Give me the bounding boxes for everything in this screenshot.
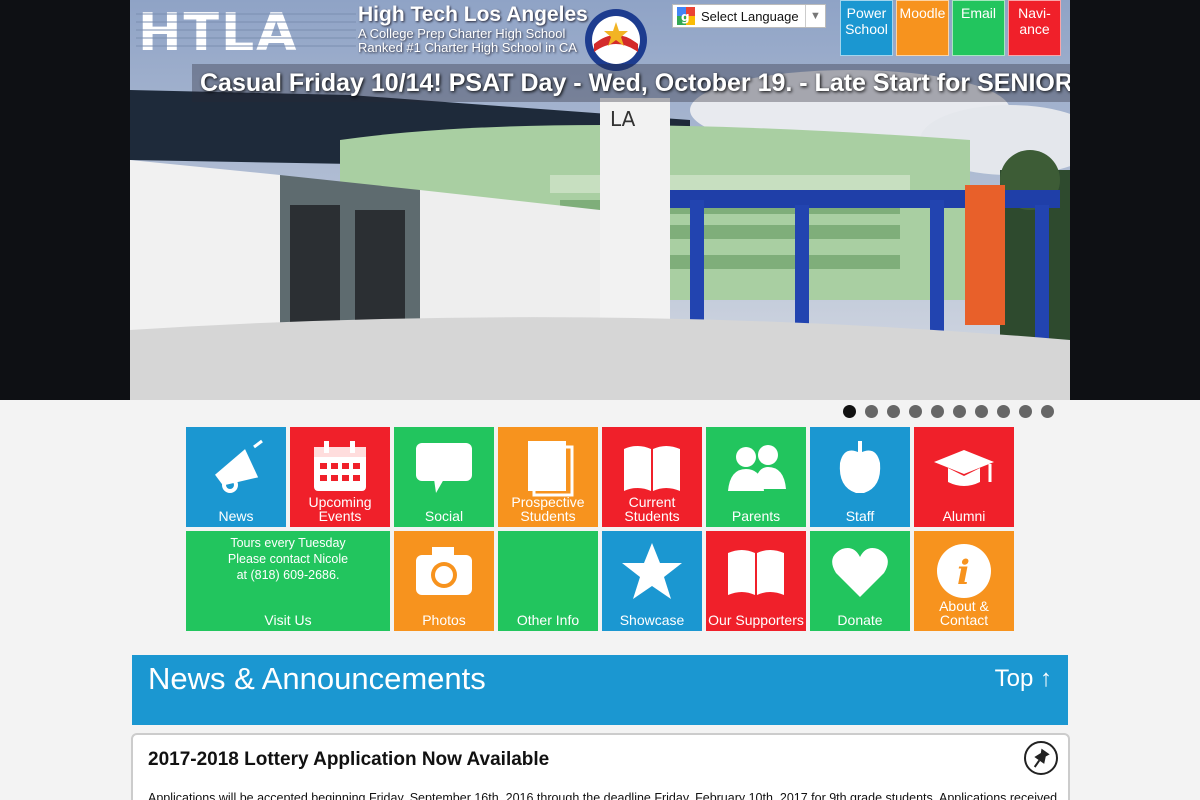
tile-label: Photos <box>422 612 466 628</box>
tile-label: News <box>218 508 254 524</box>
language-label: Select Language <box>701 8 799 24</box>
tile-social[interactable]: Social <box>394 427 494 527</box>
tile-label: Prospective Students <box>511 494 585 524</box>
ranking: Ranked #1 Charter High School in CA <box>358 40 577 55</box>
slider-dot[interactable] <box>953 405 966 418</box>
tile-label: Social <box>424 508 464 524</box>
visit-note: Tours every Tuesday Please contact Nicole… <box>186 535 390 583</box>
tile-label: Other Info <box>516 612 580 628</box>
top-link-moodle[interactable]: Moodle <box>896 0 949 56</box>
hero-headline[interactable]: Casual Friday 10/14! PSAT Day - Wed, Oct… <box>192 64 1070 102</box>
slider-dot[interactable] <box>931 405 944 418</box>
page: LA HTLA High Tech Los Angeles A Colleg <box>0 0 1200 800</box>
slider-dot[interactable] <box>997 405 1010 418</box>
left-backdrop <box>0 0 130 400</box>
visit-note-line: Please contact Nicole <box>227 552 349 566</box>
calendar-icon <box>290 435 390 499</box>
camera-icon <box>394 539 494 603</box>
hero-slider[interactable]: LA HTLA High Tech Los Angeles A Colleg <box>130 0 1070 400</box>
tile-parents[interactable]: Parents <box>706 427 806 527</box>
tile-label: About & Contact <box>939 598 989 628</box>
tile-our-supporters[interactable]: Our Supporters <box>706 531 806 631</box>
book-icon <box>498 435 598 499</box>
tagline: A College Prep Charter High School <box>358 26 566 41</box>
slider-dot[interactable] <box>865 405 878 418</box>
htla-logo[interactable]: HTLA <box>136 4 356 56</box>
language-selector[interactable]: g Select Language ▼ <box>672 4 826 28</box>
top-link-power-school[interactable]: Power School <box>840 0 893 56</box>
tile-news[interactable]: News <box>186 427 286 527</box>
news-header: News & Announcements Top ↑ <box>132 655 1068 725</box>
svg-text:i: i <box>957 553 970 593</box>
announcement-text: Applications will be accepted beginning … <box>148 791 1058 800</box>
slider-dot[interactable] <box>909 405 922 418</box>
tile-label: Donate <box>837 612 883 628</box>
tile-prospective-students[interactable]: Prospective Students <box>498 427 598 527</box>
slider-dot[interactable] <box>843 405 856 418</box>
slider-dot[interactable] <box>975 405 988 418</box>
school-tagline: A College Prep Charter High School Ranke… <box>358 27 577 55</box>
slider-dot[interactable] <box>1019 405 1032 418</box>
tile-label: Staff <box>845 508 875 524</box>
tile-label: Parents <box>731 508 781 524</box>
info-icon: i <box>914 539 1014 603</box>
tile-showcase[interactable]: Showcase <box>602 531 702 631</box>
svg-text:g: g <box>681 10 690 24</box>
tile-grid: News Upcoming Events Social Prospective Stu… <box>186 427 1016 633</box>
slider-dot[interactable] <box>887 405 900 418</box>
tile-photos[interactable]: Photos <box>394 531 494 631</box>
slider-dot[interactable] <box>1041 405 1054 418</box>
tile-upcoming-events[interactable]: Upcoming Events <box>290 427 390 527</box>
chevron-down-icon[interactable]: ▼ <box>805 5 825 27</box>
speech-bubble-icon <box>394 435 494 499</box>
distinguished-school-seal-icon <box>585 9 647 71</box>
tile-label: Our Supporters <box>708 612 804 628</box>
announcement-title[interactable]: 2017-2018 Lottery Application Now Availa… <box>148 749 549 771</box>
top-link-naviance[interactable]: Navi-ance <box>1008 0 1061 56</box>
tile-label: Current Students <box>624 494 680 524</box>
pin-icon <box>1024 741 1058 775</box>
tile-current-students[interactable]: Current Students <box>602 427 702 527</box>
apple-icon <box>810 435 910 499</box>
google-icon: g <box>677 7 695 25</box>
news-title: News & Announcements <box>148 661 486 696</box>
top-link-email[interactable]: Email <box>952 0 1005 56</box>
building-sign: LA <box>610 107 636 131</box>
right-backdrop <box>1070 0 1200 400</box>
tile-label: Showcase <box>619 612 685 628</box>
heart-icon <box>810 539 910 603</box>
star-icon <box>602 539 702 603</box>
tile-staff[interactable]: Staff <box>810 427 910 527</box>
top-link[interactable]: Top ↑ <box>995 665 1052 693</box>
school-name: High Tech Los Angeles <box>358 3 588 26</box>
tile-label: Visit Us <box>264 612 312 628</box>
announcement-card: 2017-2018 Lottery Application Now Availa… <box>131 733 1070 800</box>
tile-other-info[interactable]: Other Info <box>498 531 598 631</box>
top-links: Power School Moodle Email Navi-ance <box>840 0 1061 56</box>
open-book-icon <box>706 539 806 603</box>
tile-label: Upcoming Events <box>308 494 372 524</box>
people-icon <box>706 435 806 499</box>
visit-note-line: at (818) 609-2686. <box>236 568 340 582</box>
tile-about-contact[interactable]: i About & Contact <box>914 531 1014 631</box>
megaphone-icon <box>186 435 286 499</box>
tile-donate[interactable]: Donate <box>810 531 910 631</box>
tile-alumni[interactable]: Alumni <box>914 427 1014 527</box>
tile-visit-us[interactable]: Tours every Tuesday Please contact Nicole… <box>186 531 390 631</box>
slider-dots <box>843 405 1054 418</box>
visit-note-line: Tours every Tuesday <box>230 536 346 550</box>
tile-label: Alumni <box>942 508 986 524</box>
open-book-icon <box>602 435 702 499</box>
graduation-cap-icon <box>914 435 1014 499</box>
